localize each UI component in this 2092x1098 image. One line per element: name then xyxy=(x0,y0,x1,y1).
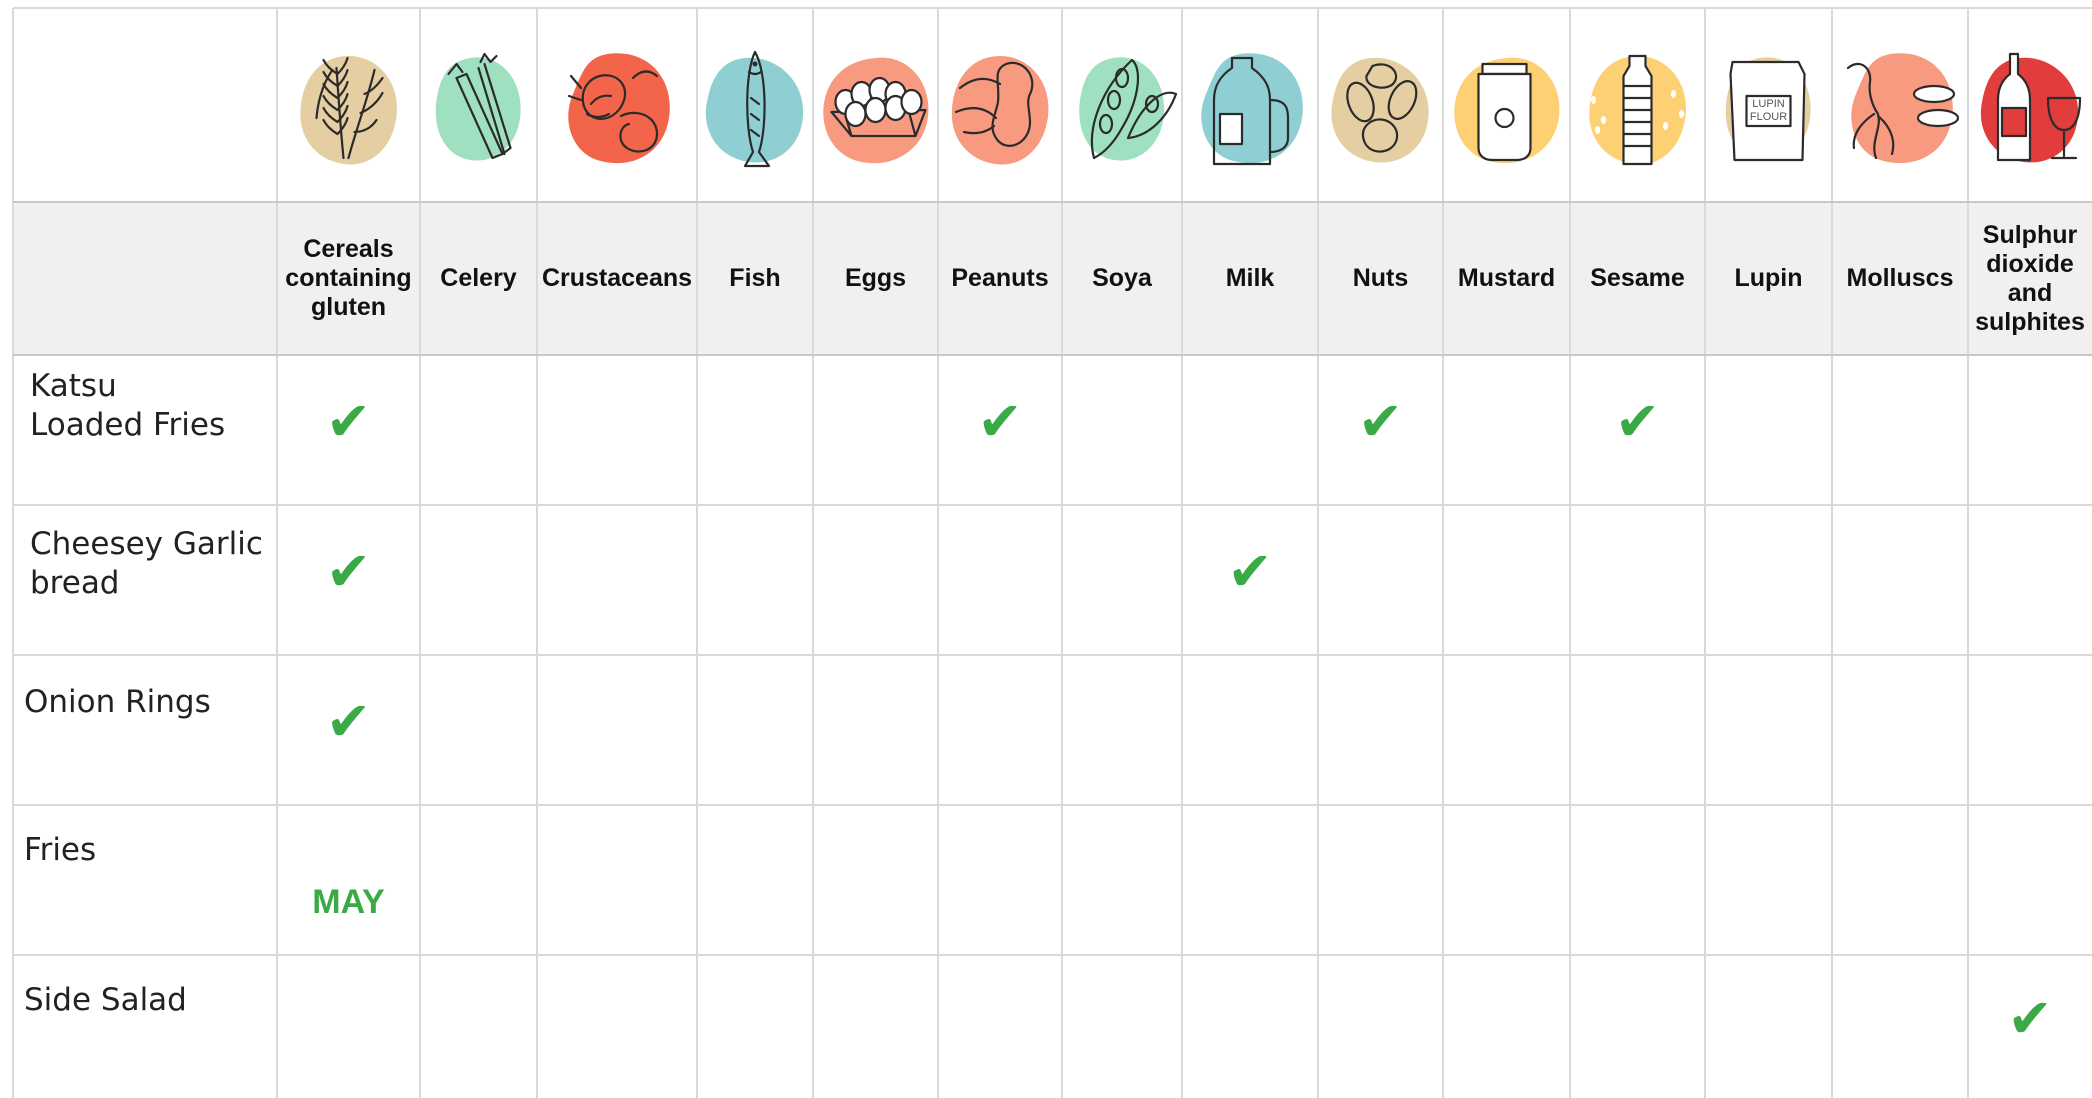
may-contain-label: MAY xyxy=(312,883,385,921)
sesame-oil-icon xyxy=(1589,54,1686,166)
column-header-mustard: Mustard xyxy=(1457,264,1556,292)
lupin-flour-label: FLOUR xyxy=(1750,111,1787,123)
column-header-lupin: Lupin xyxy=(1734,264,1803,292)
allergen-check: ✔ xyxy=(325,690,372,753)
column-header-sesame: Sesame xyxy=(1590,264,1685,292)
column-header-celery: Celery xyxy=(440,264,517,292)
allergen-check: ✔ xyxy=(325,390,372,453)
squid-icon xyxy=(1846,53,1960,164)
milk-bottle-icon xyxy=(1201,53,1303,166)
dish-name: Cheesey Garlic bread xyxy=(30,526,263,601)
lupin-flour-icon: LUPINFLOUR xyxy=(1725,57,1811,162)
dish-name: Side Salad xyxy=(24,982,187,1018)
shrimp-icon xyxy=(567,53,670,164)
dish-name: Katsu Loaded Fries xyxy=(30,368,226,443)
dish-name: Onion Rings xyxy=(24,684,211,720)
mustard-jar-icon xyxy=(1454,57,1560,164)
wheat-icon xyxy=(300,56,397,165)
column-header-molluscs: Molluscs xyxy=(1846,264,1954,292)
nuts-icon xyxy=(1331,57,1429,163)
column-header-fish: Fish xyxy=(729,264,781,292)
allergen-check: ✔ xyxy=(1357,390,1404,453)
allergen-check: ✔ xyxy=(2007,986,2053,1050)
allergen-check: ✔ xyxy=(325,540,372,603)
celery-icon xyxy=(435,52,521,161)
lupin-flour-label: LUPIN xyxy=(1752,98,1784,110)
column-header-gluten: Cereals containing gluten xyxy=(285,235,412,321)
allergen-check: ✔ xyxy=(1614,390,1661,453)
fish-icon xyxy=(705,50,804,168)
soybean-icon xyxy=(1079,57,1178,161)
allergen-table: LUPIN FLOUR Cereals containing gluten Cele… xyxy=(0,0,2092,1098)
column-header-nuts: Nuts xyxy=(1352,264,1409,292)
column-header-sulphites: Sulphur dioxide and sulphites xyxy=(1975,220,2085,336)
column-header-eggs: Eggs xyxy=(844,264,907,292)
allergen-check: ✔ xyxy=(1227,540,1273,603)
column-header-peanuts: Peanuts xyxy=(951,264,1049,292)
column-header-crustaceans: Crustaceans xyxy=(541,264,693,292)
eggs-icon xyxy=(823,57,929,164)
column-header-soya: Soya xyxy=(1092,264,1152,292)
peanut-icon xyxy=(951,56,1049,165)
dish-name: Fries xyxy=(24,832,97,868)
column-header-milk: Milk xyxy=(1225,264,1275,292)
allergen-check: ✔ xyxy=(977,390,1023,453)
wine-icon xyxy=(1980,52,2082,163)
